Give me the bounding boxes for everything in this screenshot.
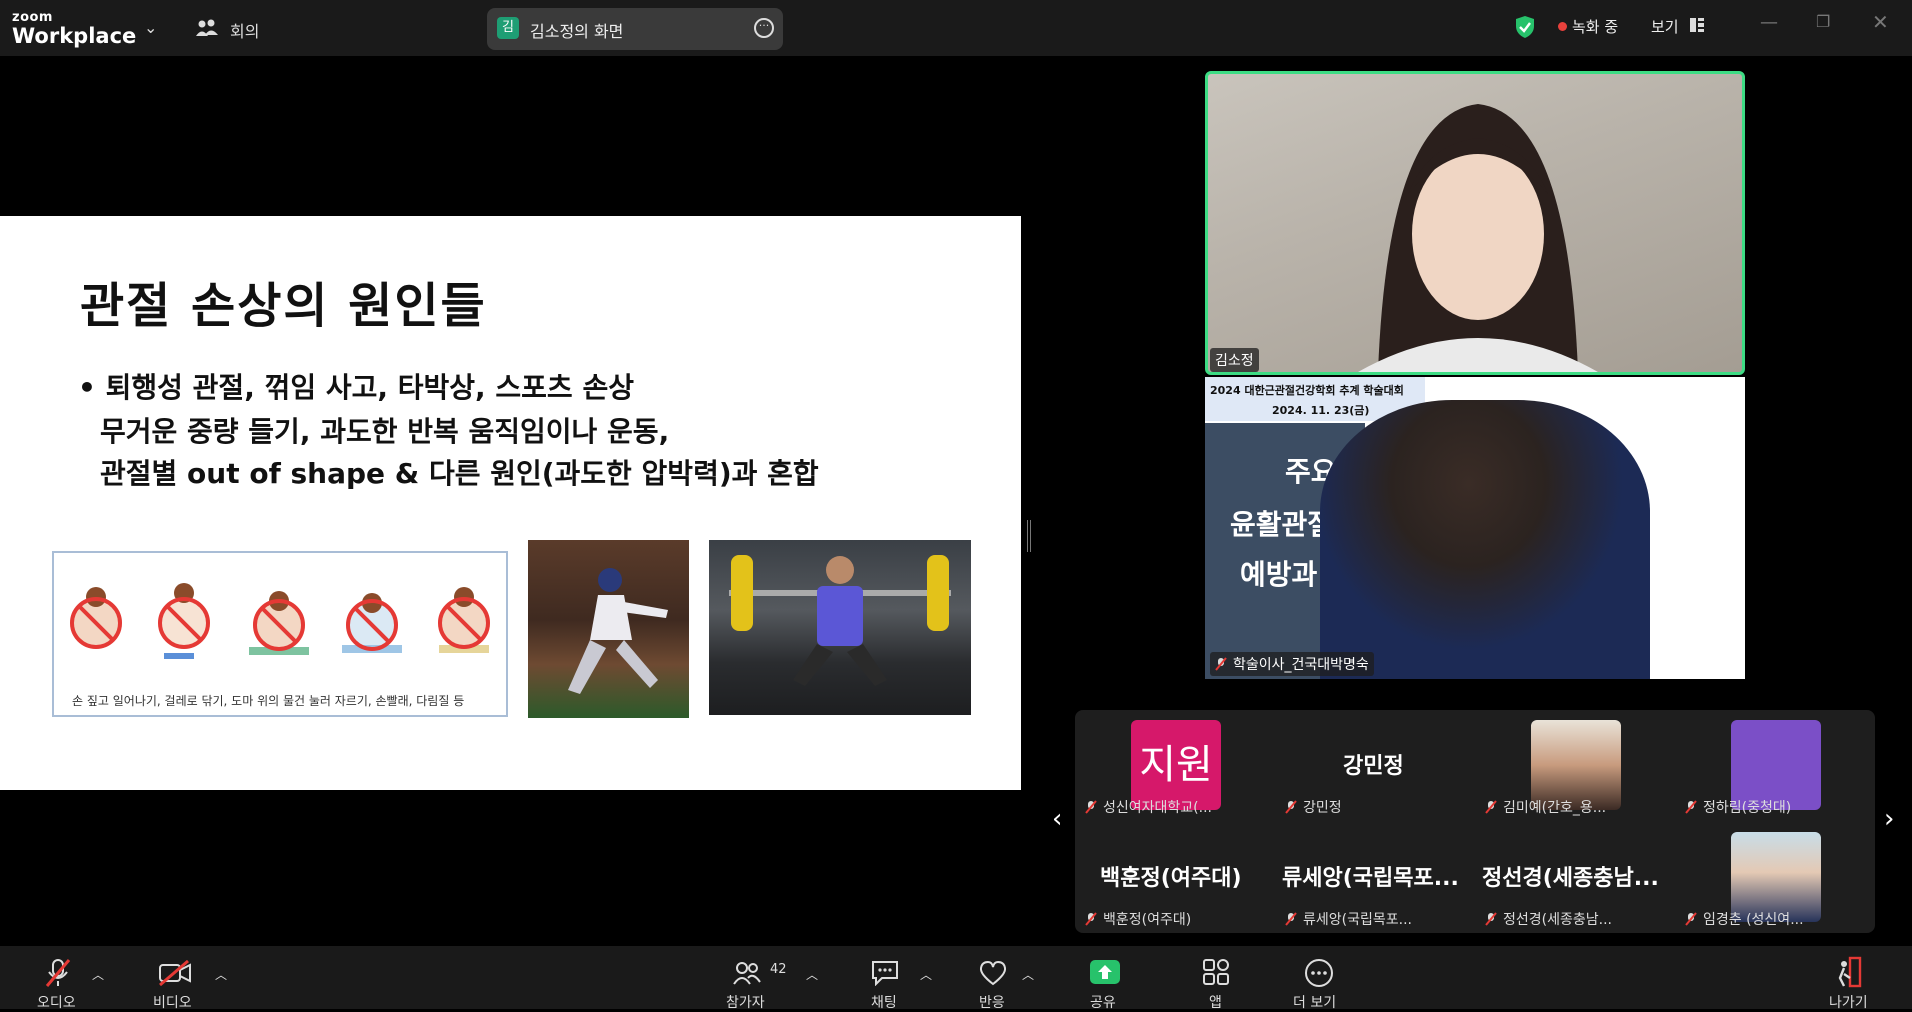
mic-muted-icon [1285, 912, 1297, 926]
close-window-icon[interactable]: ✕ [1872, 10, 1889, 34]
reactions-button-label[interactable]: 반응 [979, 992, 1005, 1012]
participant-name: 김미예(간호_용... [1485, 797, 1606, 817]
baseball-pitcher-photo [528, 540, 689, 718]
video-button-label[interactable]: 비디오 [153, 992, 192, 1012]
more-button-label[interactable]: 더 보기 [1293, 992, 1336, 1012]
mic-muted-icon [1285, 800, 1297, 814]
chat-options-caret[interactable]: ︿ [920, 966, 932, 983]
recording-dot-icon [1558, 22, 1567, 31]
view-menu-label[interactable]: 보기 [1651, 16, 1679, 37]
prohibited-activities-illustration [70, 583, 490, 659]
share-button-label[interactable]: 공유 [1090, 992, 1116, 1012]
participants-button-label[interactable]: 참가자 [726, 992, 765, 1012]
chevron-down-icon[interactable]: ⌄ [144, 18, 157, 37]
zoom-logo-top: zoom [12, 10, 53, 25]
participant-name: 강민정 [1285, 797, 1342, 817]
share-avatar: 김 [497, 17, 519, 39]
second-video-slide-header-line2: 2024. 11. 23(금) [1272, 404, 1370, 417]
second-video-slide-text-3: 예방과 [1240, 558, 1318, 591]
gallery-prev-icon[interactable]: ‹ [1052, 804, 1062, 834]
slide-bullet-line-1: • 퇴행성 관절, 꺾임 사고, 타박상, 스포츠 손상 [78, 371, 634, 404]
apps-button-label[interactable]: 앱 [1209, 992, 1222, 1012]
gallery-next-icon[interactable]: › [1884, 804, 1894, 834]
mic-muted-icon [1215, 657, 1227, 671]
mic-muted-icon [1685, 800, 1697, 814]
mic-muted-icon [1485, 912, 1497, 926]
microphone-muted-icon[interactable] [44, 958, 72, 988]
meeting-menu-label[interactable]: 회의 [230, 18, 259, 42]
second-participant-name: 학술이사_건국대박명숙 [1210, 652, 1374, 676]
bottom-toolbar [0, 946, 1912, 1009]
second-participant-person [1320, 400, 1650, 679]
slide-bullet-line-2: 무거운 중량 들기, 과도한 반복 움직임이나 운동, [100, 415, 670, 448]
people-icon[interactable] [196, 18, 218, 38]
maximize-window-icon[interactable]: ❐ [1816, 12, 1830, 31]
zoom-logo-main: Workplace [12, 24, 137, 48]
recording-status[interactable]: 녹화 중 [1572, 16, 1618, 37]
participant-count: 42 [770, 962, 787, 977]
mic-muted-icon [1085, 912, 1097, 926]
slide-bullet-line-3: 관절별 out of shape & 다른 원인(과도한 압박력)과 혼합 [100, 457, 819, 490]
mic-muted-icon [1685, 912, 1697, 926]
chat-icon[interactable] [870, 958, 900, 986]
mic-muted-icon [1485, 800, 1497, 814]
screen-share-label: 김소정의 화면 [530, 22, 624, 41]
security-shield-icon[interactable] [1514, 15, 1536, 39]
reactions-options-caret[interactable]: ︿ [1022, 966, 1034, 983]
active-speaker-name: 김소정 [1210, 348, 1259, 372]
participant-name: 정선경(세종충남... [1485, 909, 1612, 929]
apps-icon[interactable] [1202, 958, 1230, 986]
video-options-caret[interactable]: ︿ [215, 966, 227, 983]
audio-options-caret[interactable]: ︿ [92, 966, 104, 983]
panel-resize-handle[interactable] [1027, 520, 1031, 552]
participant-name: 류세앙(국립목포... [1285, 909, 1412, 929]
audio-button-label[interactable]: 오디오 [37, 992, 76, 1012]
active-speaker-video[interactable] [1205, 71, 1745, 375]
share-screen-button[interactable] [1090, 960, 1120, 984]
share-arrow-icon [1098, 965, 1112, 979]
heart-reaction-icon[interactable] [978, 960, 1008, 986]
participant-name: 성신여자대학교(... [1085, 797, 1212, 817]
participant-tile-name[interactable]: 류세앙(국립목포... [1282, 860, 1459, 892]
participant-name: 정하림(중청대) [1685, 797, 1791, 817]
participants-options-caret[interactable]: ︿ [806, 966, 818, 983]
more-options-icon[interactable]: ··· [754, 18, 774, 38]
illustration-caption: 손 짚고 일어나기, 걸레로 닦기, 도마 위의 물건 눌러 자르기, 손빨래,… [72, 694, 465, 708]
slide-title: 관절 손상의 원인들 [80, 278, 487, 334]
participant-tile-name[interactable]: 정선경(세종충남... [1482, 860, 1659, 892]
leave-button-label[interactable]: 나가기 [1829, 992, 1868, 1012]
participant-name: 임경춘 (성신여... [1685, 909, 1804, 929]
weightlifter-photo [709, 540, 971, 715]
video-off-icon[interactable] [158, 960, 192, 986]
participants-icon[interactable] [733, 960, 761, 986]
grid-view-icon[interactable] [1690, 18, 1704, 32]
leave-icon[interactable] [1834, 956, 1864, 988]
more-icon[interactable] [1304, 958, 1334, 988]
participant-name: 백훈정(여주대) [1085, 909, 1191, 929]
chat-button-label[interactable]: 채팅 [871, 992, 897, 1012]
top-bar [0, 0, 1912, 56]
participant-tile-name[interactable]: 강민정 [1343, 748, 1404, 780]
participant-tile-name[interactable]: 백훈정(여주대) [1100, 860, 1242, 892]
mic-muted-icon [1085, 800, 1097, 814]
minimize-window-icon[interactable]: — [1760, 12, 1778, 33]
second-video-slide-header-line1: 2024 대한근관절건강학회 추계 학술대회 [1210, 384, 1404, 397]
